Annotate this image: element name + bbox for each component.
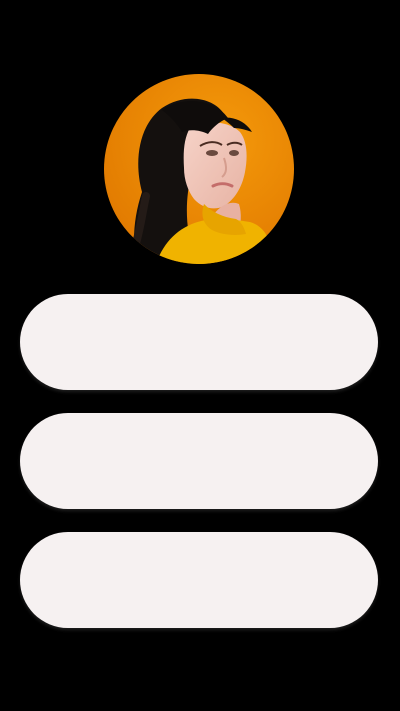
screen: [0, 0, 400, 711]
profile-photo-icon: [104, 74, 294, 264]
menu-item[interactable]: [20, 294, 378, 390]
profile-avatar[interactable]: [104, 74, 294, 264]
menu-item[interactable]: [20, 532, 378, 628]
menu-item[interactable]: [20, 413, 378, 509]
